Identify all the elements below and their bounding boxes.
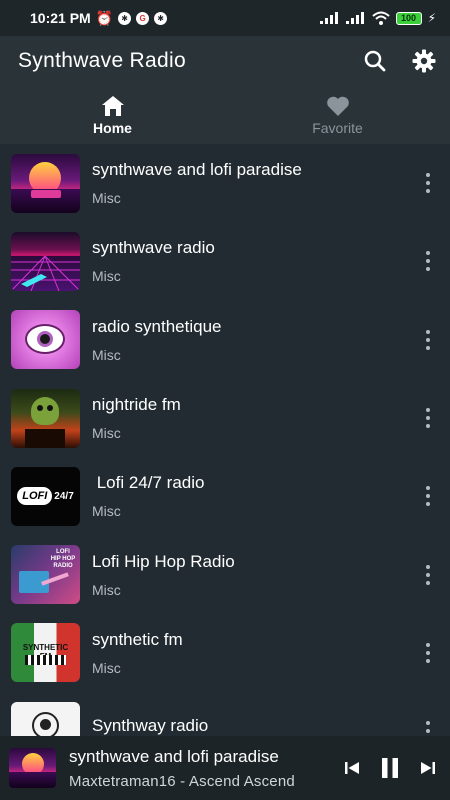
station-category: Misc — [92, 190, 121, 207]
signal-icon — [345, 12, 364, 24]
more-options-icon[interactable] — [422, 329, 434, 350]
station-category: Misc — [92, 346, 121, 363]
station-name: synthwave and lofi paradise — [92, 160, 302, 180]
tab-home[interactable]: Home — [0, 86, 225, 144]
now-playing-artwork — [9, 748, 56, 788]
station-name: synthetic fm — [92, 629, 183, 649]
station-category: Misc — [92, 425, 121, 442]
mini-player[interactable]: synthwave and lofi paradise Maxtetraman1… — [0, 736, 450, 800]
more-options-icon[interactable] — [422, 564, 434, 585]
now-playing-title: synthwave and lofi paradise — [69, 746, 279, 766]
app-bar: Synthwave Radio — [0, 36, 450, 86]
search-icon[interactable] — [364, 50, 386, 72]
tab-label: Home — [93, 119, 132, 136]
station-artwork — [11, 310, 80, 370]
station-category: Misc — [92, 659, 121, 676]
more-options-icon[interactable] — [422, 408, 434, 429]
station-artwork: LOFI HIP HOP RADIO — [11, 545, 80, 605]
skip-next-icon[interactable] — [420, 760, 436, 776]
status-time: 10:21 PM — [30, 10, 91, 26]
wifi-icon — [371, 11, 390, 25]
tab-favorite[interactable]: Favorite — [225, 86, 450, 144]
skip-previous-icon[interactable] — [344, 760, 360, 776]
more-options-icon[interactable] — [422, 251, 434, 272]
alarm-icon: ⏰ — [95, 9, 114, 26]
station-name: Lofi Hip Hop Radio — [92, 551, 235, 571]
list-item[interactable]: synthwave and lofi paradise Misc — [0, 144, 450, 222]
pause-icon[interactable] — [380, 757, 400, 779]
station-artwork — [11, 701, 80, 736]
station-artwork — [11, 231, 80, 291]
status-bar: 10:21 PM ⏰ ✱ G ✱ 100 ⚡ — [0, 0, 450, 36]
more-options-icon[interactable] — [422, 173, 434, 194]
tab-label: Favorite — [312, 119, 363, 136]
heart-icon — [326, 96, 349, 116]
list-item[interactable]: radio synthetique Misc — [0, 301, 450, 379]
station-category: Misc — [92, 503, 121, 520]
more-options-icon[interactable] — [422, 642, 434, 663]
list-item[interactable]: Synthway radio — [0, 692, 450, 736]
list-item[interactable]: synthwave radio Misc — [0, 222, 450, 300]
station-category: Misc — [92, 581, 121, 598]
gear-icon[interactable] — [412, 49, 436, 73]
signal-icon — [319, 12, 338, 24]
station-name: radio synthetique — [92, 316, 222, 336]
station-artwork: LOFI 24/7 — [11, 466, 80, 526]
more-options-icon[interactable] — [422, 721, 434, 736]
list-item[interactable]: LOFI HIP HOP RADIO Lofi Hip Hop Radio Misc — [0, 535, 450, 613]
station-name: nightride fm — [92, 395, 181, 415]
app-notification-icon: ✱ — [154, 11, 168, 25]
station-artwork — [11, 153, 80, 213]
app-notification-icon: ✱ — [118, 11, 132, 25]
more-options-icon[interactable] — [422, 486, 434, 507]
station-name: synthwave radio — [92, 238, 215, 258]
station-list: synthwave and lofi paradise Misc synthwa… — [0, 144, 450, 736]
station-name: Lofi 24/7 radio — [92, 473, 205, 493]
list-item[interactable]: LOFI 24/7 Lofi 24/7 radio Misc — [0, 457, 450, 535]
home-icon — [101, 95, 124, 116]
list-item[interactable]: SYNTHETIC FM synthetic fm Misc — [0, 614, 450, 692]
now-playing-subtitle: Maxtetraman16 - Ascend Ascend — [69, 772, 295, 790]
station-name: Synthway radio — [92, 716, 209, 736]
station-category: Misc — [92, 268, 121, 285]
battery-icon: 100 — [395, 11, 422, 25]
google-icon: G — [136, 11, 150, 25]
list-item[interactable]: nightride fm Misc — [0, 379, 450, 457]
tab-bar: Home Favorite — [0, 86, 450, 144]
charging-icon: ⚡ — [427, 11, 436, 25]
station-artwork: SYNTHETIC FM — [11, 623, 80, 683]
station-artwork — [11, 388, 80, 448]
app-title: Synthwave Radio — [18, 49, 186, 72]
